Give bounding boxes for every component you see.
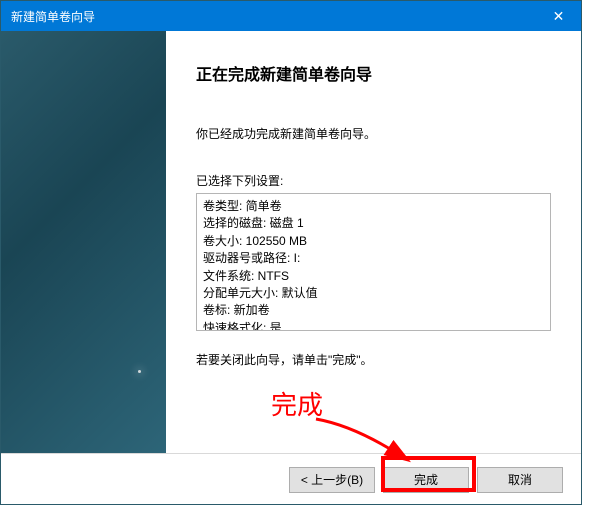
settings-listbox[interactable]: 卷类型: 简单卷 选择的磁盘: 磁盘 1 卷大小: 102550 MB 驱动器号… (196, 193, 551, 331)
wizard-body: 正在完成新建简单卷向导 你已经成功完成新建简单卷向导。 已选择下列设置: 卷类型… (1, 31, 581, 453)
settings-line: 卷标: 新加卷 (203, 302, 544, 319)
settings-label: 已选择下列设置: (196, 172, 551, 189)
titlebar-buttons: ✕ (536, 1, 581, 31)
settings-line: 卷类型: 简单卷 (203, 198, 544, 215)
window-title: 新建简单卷向导 (11, 8, 95, 25)
settings-line: 分配单元大小: 默认值 (203, 285, 544, 302)
button-row: < 上一步(B) 完成 取消 (1, 453, 581, 505)
wizard-content: 正在完成新建简单卷向导 你已经成功完成新建简单卷向导。 已选择下列设置: 卷类型… (166, 31, 581, 453)
cancel-button[interactable]: 取消 (477, 467, 563, 493)
wizard-heading: 正在完成新建简单卷向导 (196, 61, 551, 85)
close-icon[interactable]: ✕ (536, 1, 581, 31)
settings-line: 选择的磁盘: 磁盘 1 (203, 215, 544, 232)
wizard-window: 新建简单卷向导 ✕ 正在完成新建简单卷向导 你已经成功完成新建简单卷向导。 已选… (0, 0, 582, 505)
wizard-sidebar-image (1, 31, 166, 453)
finish-button[interactable]: 完成 (383, 467, 469, 493)
settings-line: 驱动器号或路径: I: (203, 250, 544, 267)
wizard-success-message: 你已经成功完成新建简单卷向导。 (196, 125, 551, 142)
settings-line: 文件系统: NTFS (203, 268, 544, 285)
back-button[interactable]: < 上一步(B) (289, 467, 375, 493)
closing-note: 若要关闭此向导，请单击"完成"。 (196, 351, 551, 368)
settings-line: 快速格式化: 是 (203, 320, 544, 331)
settings-line: 卷大小: 102550 MB (203, 233, 544, 250)
titlebar: 新建简单卷向导 ✕ (1, 1, 581, 31)
